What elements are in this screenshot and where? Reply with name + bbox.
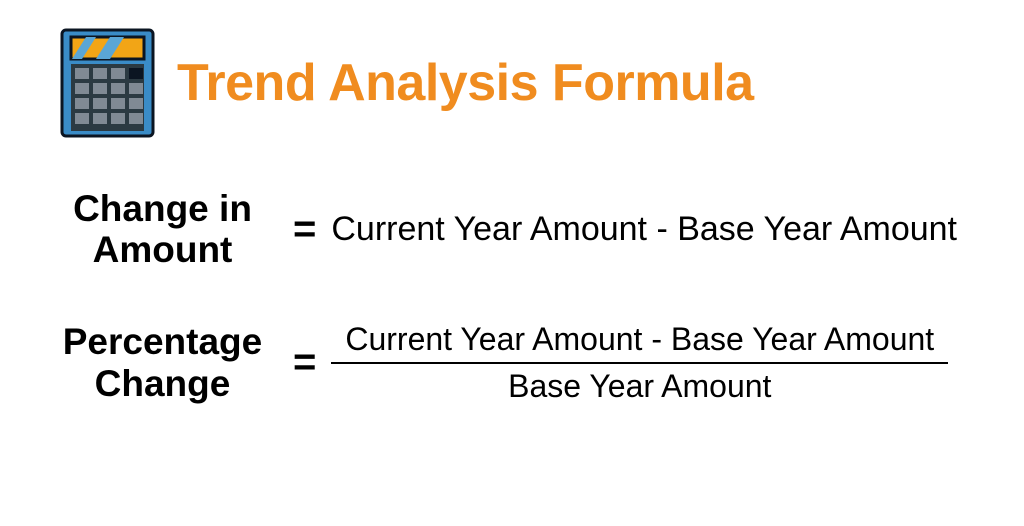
equals-sign: =: [293, 207, 316, 252]
label-line: Amount: [93, 229, 233, 270]
fraction-numerator: Current Year Amount - Base Year Amount: [331, 321, 948, 362]
formulas-container: Change in Amount = Current Year Amount -…: [0, 138, 1024, 405]
equals-sign: =: [293, 340, 316, 385]
label-line: Change: [95, 363, 231, 404]
formula-label-change: Change in Amount: [40, 188, 285, 271]
formula-change-in-amount: Change in Amount = Current Year Amount -…: [40, 188, 984, 271]
formula-fraction: Current Year Amount - Base Year Amount B…: [331, 321, 984, 405]
page-title: Trend Analysis Formula: [177, 53, 754, 113]
header: Trend Analysis Formula: [0, 0, 1024, 138]
label-line: Change in: [73, 188, 252, 229]
formula-percentage-change: Percentage Change = Current Year Amount …: [40, 321, 984, 405]
formula-expression: Current Year Amount - Base Year Amount: [331, 210, 984, 249]
fraction-denominator: Base Year Amount: [331, 364, 948, 405]
label-line: Percentage: [63, 321, 263, 362]
formula-label-percentage: Percentage Change: [40, 321, 285, 404]
calculator-icon: [60, 28, 155, 138]
